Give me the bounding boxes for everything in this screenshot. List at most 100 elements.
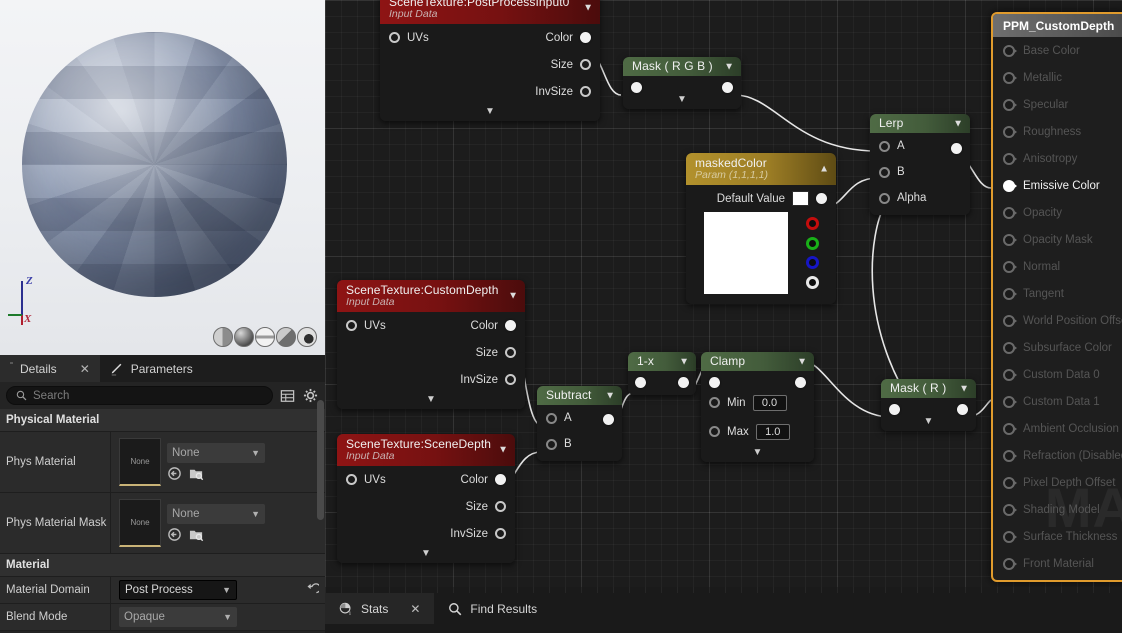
chevron-down-icon[interactable]: ▼ <box>679 356 689 367</box>
pin-output-socket-icon[interactable] <box>957 404 968 415</box>
tab-stats[interactable]: i Stats ✕ <box>325 593 435 624</box>
chevron-down-icon[interactable]: ▼ <box>583 3 593 14</box>
output-pin-specular[interactable]: Specular <box>993 91 1122 118</box>
node-subtract[interactable]: Subtract ▼ A B <box>537 386 622 461</box>
param-min[interactable]: Min 0.0 <box>701 388 814 417</box>
pin-socket-icon[interactable] <box>546 412 557 424</box>
pin-socket-icon[interactable] <box>1003 422 1015 435</box>
pin-socket-icon[interactable] <box>1003 476 1015 489</box>
pin-socket-icon[interactable] <box>1003 125 1015 138</box>
output-pin-emissive-color[interactable]: Emissive Color <box>993 172 1122 199</box>
pin-socket-icon[interactable] <box>709 397 720 408</box>
use-selected-asset-icon[interactable] <box>167 466 182 481</box>
pin-socket-icon[interactable] <box>1003 557 1015 570</box>
expand-chevron-icon[interactable]: ▼ <box>337 547 515 563</box>
pin-socket-icon[interactable] <box>1003 530 1015 543</box>
node-header[interactable]: Mask ( R G B ) ▼ <box>623 57 741 76</box>
node-header[interactable]: maskedColor Param (1,1,1,1) ▲ <box>686 153 836 185</box>
color-preview-swatch[interactable] <box>704 212 788 294</box>
pin-uvs[interactable]: UVs <box>380 24 438 51</box>
node-header[interactable]: Subtract ▼ <box>537 386 622 405</box>
node-scenetexture-postprocessinput0[interactable]: SceneTexture:PostProcessInput0 Input Dat… <box>380 0 600 121</box>
output-pin-subsurface-color[interactable]: Subsurface Color <box>993 334 1122 361</box>
node-header[interactable]: SceneTexture:PostProcessInput0 Input Dat… <box>380 0 600 24</box>
node-header[interactable]: SceneTexture:SceneDepth Input Data ▼ <box>337 434 515 466</box>
node-header[interactable]: SceneTexture:CustomDepth Input Data ▼ <box>337 280 525 312</box>
pin-invsize[interactable]: InvSize <box>337 520 515 547</box>
output-pin-normal[interactable]: Normal <box>993 253 1122 280</box>
pin-socket-icon[interactable] <box>1003 260 1015 273</box>
expand-chevron-icon[interactable]: ▼ <box>701 446 814 462</box>
pin-b[interactable]: B <box>870 159 970 185</box>
pin-socket-icon[interactable] <box>505 374 516 385</box>
b-output-pin-icon[interactable] <box>805 256 819 270</box>
close-icon[interactable]: ✕ <box>80 362 90 376</box>
r-output-pin-icon[interactable] <box>805 217 819 231</box>
custom-mesh-preview-icon[interactable] <box>297 327 317 347</box>
pin-b[interactable]: B <box>537 431 622 457</box>
use-selected-asset-icon[interactable] <box>167 527 182 542</box>
pin-socket-icon[interactable] <box>1003 233 1015 246</box>
output-pin-metallic[interactable]: Metallic <box>993 64 1122 91</box>
param-min-input[interactable]: 0.0 <box>752 394 787 411</box>
phys-material-combo[interactable]: None ▼ <box>167 443 265 463</box>
param-max[interactable]: Max 1.0 <box>701 417 814 446</box>
pin-socket-icon[interactable] <box>879 166 890 178</box>
tab-details[interactable]: Details ✕ <box>0 355 100 382</box>
pin-input-socket-icon[interactable] <box>889 404 900 415</box>
pin-socket-icon[interactable] <box>709 426 720 437</box>
pin-alpha[interactable]: Alpha <box>870 185 970 211</box>
close-icon[interactable]: ✕ <box>410 602 420 616</box>
output-pin-world-position-offset[interactable]: World Position Offset <box>993 307 1122 334</box>
pin-socket-icon[interactable] <box>1003 368 1015 381</box>
chevron-down-icon[interactable]: ▼ <box>959 383 969 394</box>
a-output-pin-icon[interactable] <box>805 275 819 289</box>
pin-size[interactable]: Size <box>337 493 515 520</box>
phys-material-thumbnail[interactable]: None <box>119 438 161 486</box>
output-pin-tangent[interactable]: Tangent <box>993 280 1122 307</box>
g-output-pin-icon[interactable] <box>805 236 819 250</box>
pin-socket-icon[interactable] <box>580 86 591 97</box>
output-pin-base-color[interactable]: Base Color <box>993 37 1122 64</box>
pin-uvs[interactable]: UVs <box>337 312 395 339</box>
pin-input-socket-icon[interactable] <box>709 377 720 388</box>
node-mask-rgb[interactable]: Mask ( R G B ) ▼ ▼ <box>623 57 741 109</box>
pin-socket-icon[interactable] <box>879 192 890 204</box>
output-pin-roughness[interactable]: Roughness <box>993 118 1122 145</box>
pin-input-socket-icon[interactable] <box>631 82 642 93</box>
node-clamp[interactable]: Clamp ▼ Min 0.0 Max 1.0 ▼ <box>701 352 814 462</box>
node-header[interactable]: 1-x ▼ <box>628 352 696 371</box>
pin-socket-icon[interactable] <box>505 347 516 358</box>
tab-parameters[interactable]: Parameters <box>100 355 203 382</box>
pin-size[interactable]: Size <box>337 339 525 366</box>
reset-to-default-icon[interactable] <box>305 583 319 597</box>
table-view-icon[interactable] <box>279 387 296 404</box>
output-pin-custom-data-0[interactable]: Custom Data 0 <box>993 361 1122 388</box>
pin-output-socket-icon[interactable] <box>678 377 689 388</box>
material-domain-combo[interactable]: Post Process ▼ <box>119 580 237 600</box>
pin-socket-icon[interactable] <box>1003 503 1015 516</box>
pin-socket-icon[interactable] <box>1003 449 1015 462</box>
node-header[interactable]: PPM_CustomDepth <box>993 14 1122 37</box>
chevron-down-icon[interactable]: ▼ <box>605 390 615 401</box>
browse-asset-icon[interactable] <box>189 466 204 481</box>
pin-socket-icon[interactable] <box>1003 395 1015 408</box>
pin-invsize[interactable]: InvSize <box>380 78 600 105</box>
blend-mode-combo[interactable]: Opaque ▼ <box>119 607 237 627</box>
phys-material-mask-combo[interactable]: None ▼ <box>167 504 265 524</box>
node-scenetexture-scenedepth[interactable]: SceneTexture:SceneDepth Input Data ▼ UVs… <box>337 434 515 563</box>
output-pin-surface-thickness[interactable]: Surface Thickness <box>993 523 1122 550</box>
output-pin-shading-model[interactable]: Shading Model <box>993 496 1122 523</box>
pin-socket-icon[interactable] <box>1003 98 1015 111</box>
chevron-down-icon[interactable]: ▼ <box>724 61 734 72</box>
sphere-preview-icon[interactable] <box>234 327 254 347</box>
pin-socket-icon[interactable] <box>1003 287 1015 300</box>
node-one-minus-x[interactable]: 1-x ▼ <box>628 352 696 395</box>
chevron-down-icon[interactable]: ▼ <box>508 291 518 302</box>
pin-socket-icon[interactable] <box>1003 71 1015 84</box>
node-mask-r[interactable]: Mask ( R ) ▼ ▼ <box>881 379 976 431</box>
expand-chevron-icon[interactable]: ▼ <box>623 93 741 109</box>
cylinder-preview-icon[interactable] <box>213 327 233 347</box>
pin-socket-icon[interactable] <box>1003 206 1015 219</box>
pin-output-socket-icon[interactable] <box>722 82 733 93</box>
